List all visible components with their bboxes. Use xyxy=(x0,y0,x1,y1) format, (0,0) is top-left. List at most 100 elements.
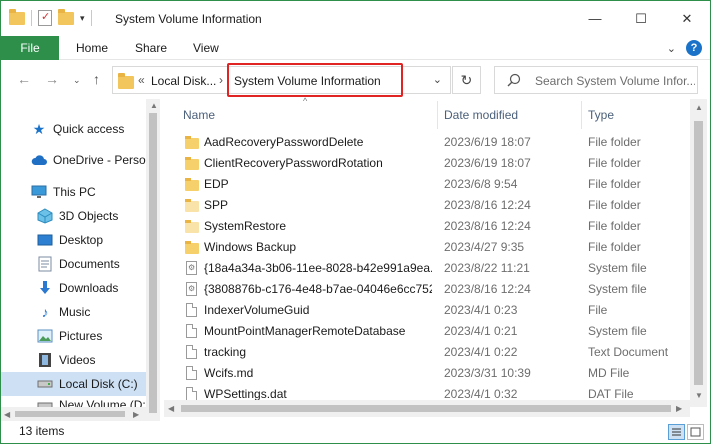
nav-item-documents[interactable]: Documents xyxy=(1,252,146,276)
file-row[interactable]: IndexerVolumeGuid 2023/4/1 0:23 File xyxy=(164,300,690,321)
file-type: DAT File xyxy=(588,387,634,401)
scrollbar-thumb[interactable] xyxy=(15,411,125,417)
nav-item-music[interactable]: ♪ Music xyxy=(1,300,146,324)
window-title: System Volume Information xyxy=(115,12,262,26)
file-row[interactable]: EDP 2023/6/8 9:54 File folder xyxy=(164,174,690,195)
toolbar-divider xyxy=(90,10,92,26)
file-row[interactable]: Windows Backup 2023/4/27 9:35 File folder xyxy=(164,237,690,258)
search-input[interactable]: Search System Volume Infor... xyxy=(494,66,698,94)
sort-ascending-icon: ^ xyxy=(303,96,308,106)
file-type: File folder xyxy=(588,219,641,233)
tab-file[interactable]: File xyxy=(1,36,59,60)
file-date-modified: 2023/8/16 12:24 xyxy=(444,219,531,233)
nav-item-onedrive[interactable]: OneDrive - Person xyxy=(1,148,146,172)
cube-icon xyxy=(37,208,53,224)
file-row[interactable]: SystemRestore 2023/8/16 12:24 File folder xyxy=(164,216,690,237)
nav-item-quick-access[interactable]: ★ Quick access xyxy=(1,117,146,141)
column-header-type[interactable]: Type xyxy=(588,108,614,122)
file-name: IndexerVolumeGuid xyxy=(204,303,310,317)
file-row[interactable]: AadRecoveryPasswordDelete 2023/6/19 18:07… xyxy=(164,132,690,153)
forward-arrow-icon[interactable]: → xyxy=(45,71,59,87)
scrollbar-thumb[interactable] xyxy=(181,405,671,412)
breadcrumb-separator-icon[interactable]: › xyxy=(219,73,223,87)
breadcrumb-overflow-chevron-icon[interactable]: « xyxy=(138,73,145,87)
tab-view[interactable]: View xyxy=(193,41,219,55)
refresh-button[interactable]: ↻ xyxy=(452,66,481,94)
breadcrumb-local-disk[interactable]: Local Disk... xyxy=(151,74,216,88)
file-type: Text Document xyxy=(588,345,669,359)
file-type: System file xyxy=(588,282,647,296)
tab-share[interactable]: Share xyxy=(135,41,167,55)
recent-locations-chevron-icon[interactable]: ⌄ xyxy=(73,75,81,86)
file-type: System file xyxy=(588,261,647,275)
star-icon: ★ xyxy=(32,120,46,137)
back-arrow-icon[interactable]: ← xyxy=(17,71,31,87)
expand-ribbon-chevron-icon[interactable]: ⌄ xyxy=(667,42,676,55)
file-row[interactable]: ClientRecoveryPasswordRotation 2023/6/19 … xyxy=(164,153,690,174)
properties-icon[interactable] xyxy=(38,10,52,26)
nav-vertical-scrollbar[interactable]: ▲ xyxy=(146,99,160,421)
details-view-button[interactable] xyxy=(668,424,685,440)
nav-item-label: 3D Objects xyxy=(59,209,119,223)
scroll-up-arrow-icon[interactable]: ▲ xyxy=(695,103,703,112)
file-date-modified: 2023/8/22 11:21 xyxy=(444,261,530,275)
nav-horizontal-scrollbar[interactable]: ◀ ▶ xyxy=(1,407,146,421)
file-name: SystemRestore xyxy=(204,219,287,233)
folder-icon xyxy=(9,9,25,26)
nav-item-label: Music xyxy=(59,305,91,319)
scroll-down-arrow-icon[interactable]: ▼ xyxy=(695,391,703,400)
scrollbar-thumb[interactable] xyxy=(149,113,157,413)
file-date-modified: 2023/6/19 18:07 xyxy=(444,135,531,149)
tab-home[interactable]: Home xyxy=(76,41,108,55)
address-bar[interactable]: « Local Disk... › System Volume Informat… xyxy=(112,63,451,97)
file-date-modified: 2023/8/16 12:24 xyxy=(444,282,531,296)
close-button[interactable]: ✕ xyxy=(664,1,710,36)
file-row[interactable]: {18a4a34a-3b06-11ee-8028-b42e991a9ea... 2… xyxy=(164,258,690,279)
file-name: SPP xyxy=(204,198,229,212)
scroll-right-arrow-icon[interactable]: ▶ xyxy=(133,410,139,419)
file-row[interactable]: MountPointManagerRemoteDatabase 2023/4/1 … xyxy=(164,321,690,342)
folder-icon xyxy=(185,135,199,150)
nav-item-videos[interactable]: Videos xyxy=(1,348,146,372)
file-row[interactable]: SPP 2023/8/16 12:24 File folder xyxy=(164,195,690,216)
nav-item-pictures[interactable]: Pictures xyxy=(1,324,146,348)
file-row[interactable]: {3808876b-c176-4e48-b7ae-04046e6cc752} 20… xyxy=(164,279,690,300)
scroll-left-arrow-icon[interactable]: ◀ xyxy=(168,404,174,413)
file-name: {18a4a34a-3b06-11ee-8028-b42e991a9ea... xyxy=(204,261,432,275)
column-divider[interactable] xyxy=(581,101,582,129)
column-divider[interactable] xyxy=(437,101,438,129)
file-type: File folder xyxy=(588,135,641,149)
customize-toolbar-chevron-icon[interactable]: ▾ xyxy=(80,13,85,24)
file-row[interactable]: Wcifs.md 2023/3/31 10:39 MD File xyxy=(164,363,690,384)
maximize-button[interactable]: ☐ xyxy=(618,1,664,36)
large-icons-view-button[interactable] xyxy=(687,424,704,440)
search-placeholder: Search System Volume Infor... xyxy=(535,74,695,88)
file-list-vertical-scrollbar[interactable]: ▲ ▼ xyxy=(690,99,707,407)
file-date-modified: 2023/4/1 0:22 xyxy=(444,345,518,359)
file-name: MountPointManagerRemoteDatabase xyxy=(204,324,406,338)
nav-item-this-pc[interactable]: This PC xyxy=(1,180,146,204)
up-arrow-icon[interactable]: ↑ xyxy=(93,71,100,87)
scroll-right-arrow-icon[interactable]: ▶ xyxy=(676,404,682,413)
nav-item-downloads[interactable]: Downloads xyxy=(1,276,146,300)
minimize-button[interactable]: — xyxy=(572,1,618,36)
file-name: EDP xyxy=(204,177,229,191)
column-header-date-modified[interactable]: Date modified xyxy=(444,108,518,122)
nav-item-local-disk-c[interactable]: Local Disk (C:) xyxy=(1,372,146,396)
scrollbar-thumb[interactable] xyxy=(694,121,703,385)
file-list-horizontal-scrollbar[interactable]: ◀ ▶ xyxy=(164,400,690,417)
new-folder-icon[interactable] xyxy=(58,9,74,26)
scroll-up-arrow-icon[interactable]: ▲ xyxy=(150,101,158,110)
file-row[interactable]: tracking 2023/4/1 0:22 Text Document xyxy=(164,342,690,363)
nav-item-desktop[interactable]: Desktop xyxy=(1,228,146,252)
file-date-modified: 2023/4/1 0:32 xyxy=(444,387,518,401)
search-icon xyxy=(507,73,521,87)
drive-icon xyxy=(37,376,53,392)
help-icon[interactable]: ? xyxy=(686,40,702,56)
scroll-left-arrow-icon[interactable]: ◀ xyxy=(4,410,10,419)
address-dropdown-chevron-icon[interactable]: ⌄ xyxy=(433,73,442,86)
nav-item-3d-objects[interactable]: 3D Objects xyxy=(1,204,146,228)
nav-item-label: This PC xyxy=(53,185,96,199)
nav-item-label: Desktop xyxy=(59,233,104,247)
column-header-name[interactable]: Name xyxy=(183,108,215,122)
